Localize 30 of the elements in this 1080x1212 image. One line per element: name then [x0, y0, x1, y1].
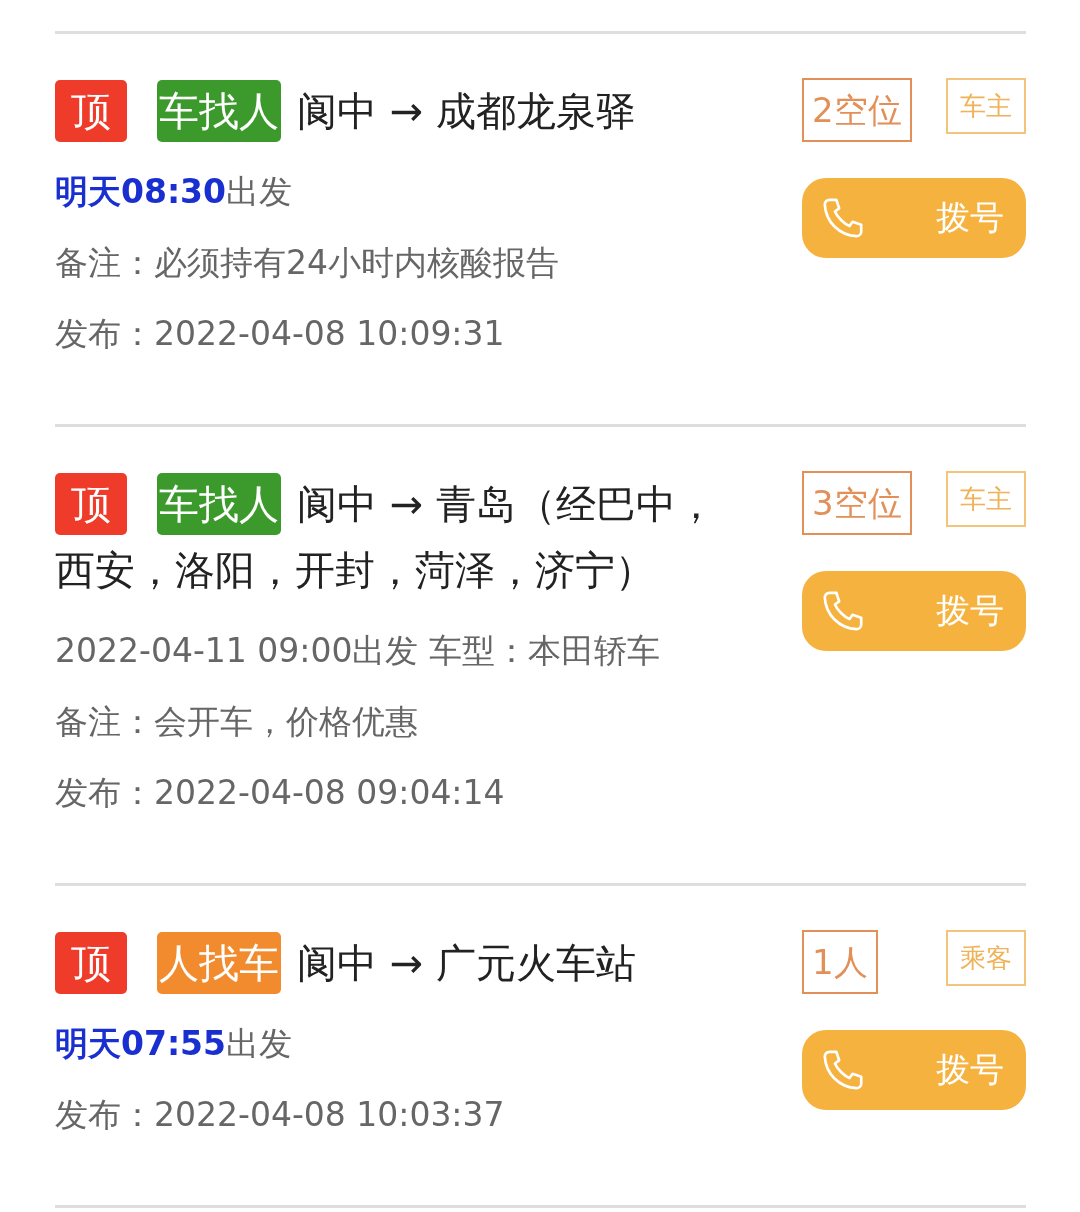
note-text: 备注：会开车，价格优惠	[55, 701, 419, 743]
published-text: 发布：2022-04-08 10:09:31	[55, 313, 506, 355]
route-text: 阆中 → 广元火车站	[297, 940, 636, 986]
published-text: 发布：2022-04-08 10:03:37	[55, 1094, 506, 1136]
route-text: 阆中 → 青岛（经巴中，	[297, 481, 716, 527]
seats-badge: 2空位	[802, 78, 912, 142]
type-badge: 人找车	[157, 932, 281, 994]
dial-button[interactable]: 拨号	[802, 178, 1026, 258]
departure-text: 明天08:30出发	[55, 171, 294, 213]
published-text: 发布：2022-04-08 09:04:14	[55, 772, 506, 814]
top-badge: 顶	[55, 932, 127, 994]
route-text: 阆中 → 成都龙泉驿	[297, 88, 636, 134]
route-text: 西安，洛阳，开封，菏泽，济宁）	[55, 546, 655, 595]
seats-badge: 3空位	[802, 471, 912, 535]
dial-button[interactable]: 拨号	[802, 1030, 1026, 1110]
phone-icon	[820, 195, 866, 241]
top-badge: 顶	[55, 80, 127, 142]
top-badge: 顶	[55, 473, 127, 535]
phone-icon	[820, 588, 866, 634]
departure-text: 明天07:55出发	[55, 1023, 294, 1065]
phone-icon	[820, 1047, 866, 1093]
note-text: 备注：必须持有24小时内核酸报告	[55, 242, 560, 284]
role-badge: 车主	[946, 78, 1026, 134]
type-badge: 车找人	[157, 473, 281, 535]
dial-button[interactable]: 拨号	[802, 571, 1026, 651]
role-badge: 乘客	[946, 930, 1026, 986]
seats-badge: 1人	[802, 930, 878, 994]
departure-text: 2022-04-11 09:00出发 车型：本田轿车	[55, 630, 661, 672]
type-badge: 车找人	[157, 80, 281, 142]
role-badge: 车主	[946, 471, 1026, 527]
